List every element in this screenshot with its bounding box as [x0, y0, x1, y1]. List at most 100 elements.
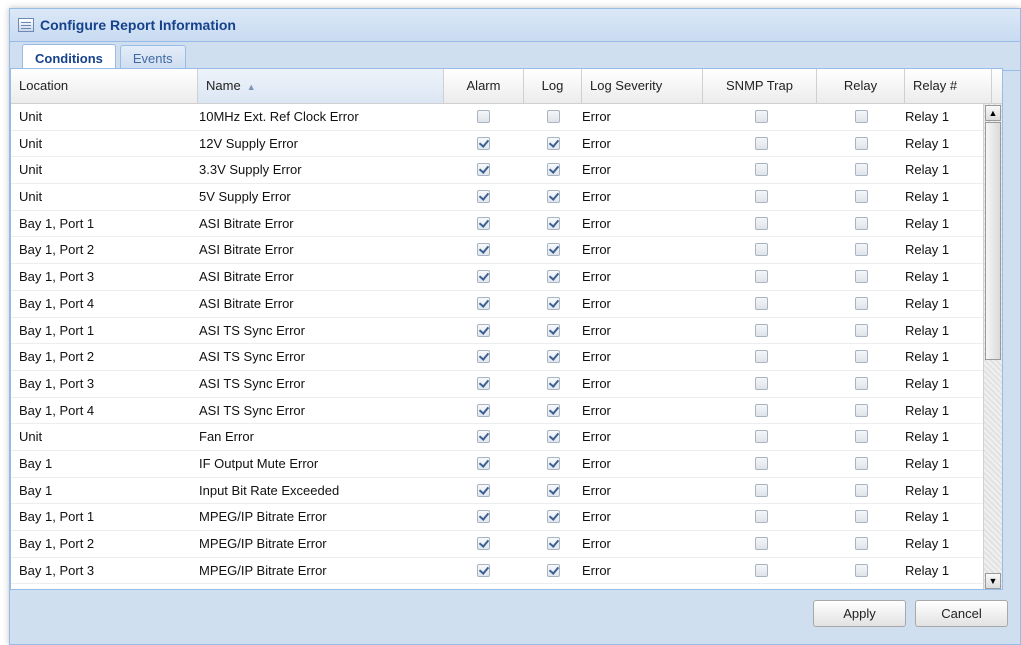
table-row[interactable]: Unit 3.3V Supply Error Error Relay 1 — [11, 157, 983, 185]
column-header-log[interactable]: Log — [524, 69, 582, 103]
log-checkbox[interactable] — [547, 403, 560, 417]
table-row[interactable]: Unit Fan Error Error Relay 1 — [11, 424, 983, 451]
table-row[interactable]: Bay 1, Port 4 ASI TS Sync Error Error Relay… — [11, 398, 983, 425]
column-header-name[interactable]: Name ▲ — [198, 69, 444, 103]
vertical-scrollbar[interactable]: ▲ ▼ — [983, 104, 1002, 589]
log-checkbox[interactable] — [547, 376, 560, 390]
table-row[interactable]: Bay 1, Port 1 MPEG/IP Bitrate Error Error R… — [11, 504, 983, 531]
log-checkbox[interactable] — [547, 216, 560, 230]
snmp-checkbox[interactable] — [755, 323, 768, 337]
log-checkbox[interactable] — [547, 243, 560, 257]
log-checkbox[interactable] — [547, 136, 560, 150]
log-checkbox[interactable] — [547, 163, 560, 177]
log-checkbox[interactable] — [547, 110, 560, 123]
table-row[interactable]: Bay 1, Port 1 ASI TS Sync Error Error Relay… — [11, 318, 983, 345]
alarm-checkbox[interactable] — [477, 243, 490, 257]
relay-checkbox[interactable] — [855, 323, 868, 337]
snmp-checkbox[interactable] — [755, 350, 768, 364]
relay-checkbox[interactable] — [855, 563, 868, 577]
alarm-checkbox[interactable] — [477, 270, 490, 284]
relay-checkbox[interactable] — [855, 163, 868, 177]
log-checkbox[interactable] — [547, 296, 560, 310]
relay-checkbox[interactable] — [855, 243, 868, 257]
log-checkbox[interactable] — [547, 190, 560, 204]
table-row[interactable]: Bay 1 Input Bit Rate Exceeded Error Relay 1 — [11, 478, 983, 505]
relay-checkbox[interactable] — [855, 350, 868, 364]
alarm-checkbox[interactable] — [477, 110, 490, 123]
log-checkbox[interactable] — [547, 563, 560, 577]
snmp-checkbox[interactable] — [755, 190, 768, 204]
relay-checkbox[interactable] — [855, 483, 868, 497]
alarm-checkbox[interactable] — [477, 510, 490, 524]
table-row[interactable]: Bay 1, Port 2 ASI Bitrate Error Error Relay… — [11, 237, 983, 265]
table-row[interactable]: Bay 1, Port 3 ASI Bitrate Error Error Relay… — [11, 264, 983, 291]
snmp-checkbox[interactable] — [755, 136, 768, 150]
alarm-checkbox[interactable] — [477, 403, 490, 417]
snmp-checkbox[interactable] — [755, 376, 768, 390]
alarm-checkbox[interactable] — [477, 456, 490, 470]
table-row[interactable]: Unit 5V Supply Error Error Relay 1 — [11, 184, 983, 211]
alarm-checkbox[interactable] — [477, 296, 490, 310]
log-checkbox[interactable] — [547, 350, 560, 364]
alarm-checkbox[interactable] — [477, 216, 490, 230]
log-checkbox[interactable] — [547, 510, 560, 524]
snmp-checkbox[interactable] — [755, 403, 768, 417]
relay-checkbox[interactable] — [855, 456, 868, 470]
alarm-checkbox[interactable] — [477, 136, 490, 150]
relay-checkbox[interactable] — [855, 110, 868, 123]
scroll-up-icon[interactable]: ▲ — [985, 105, 1001, 121]
relay-checkbox[interactable] — [855, 136, 868, 150]
scroll-down-icon[interactable]: ▼ — [985, 573, 1001, 589]
tab-events[interactable]: Events — [119, 45, 186, 70]
snmp-checkbox[interactable] — [755, 563, 768, 577]
log-checkbox[interactable] — [547, 456, 560, 470]
scrollbar-thumb[interactable] — [985, 122, 1001, 360]
column-header-log-severity[interactable]: Log Severity — [582, 69, 703, 103]
relay-checkbox[interactable] — [855, 216, 868, 230]
column-header-location[interactable]: Location — [11, 69, 198, 103]
table-row[interactable]: Bay 1, Port 2 MPEG/IP Bitrate Error Error R… — [11, 531, 983, 558]
alarm-checkbox[interactable] — [477, 376, 490, 390]
log-checkbox[interactable] — [547, 270, 560, 284]
snmp-checkbox[interactable] — [755, 430, 768, 444]
table-row[interactable]: Bay 1 IF Output Mute Error Error Relay 1 — [11, 451, 983, 478]
cancel-button[interactable]: Cancel — [915, 600, 1008, 627]
column-header-relay[interactable]: Relay — [817, 69, 905, 103]
table-row[interactable]: Unit 10MHz Ext. Ref Clock Error Error Relay… — [11, 104, 983, 131]
relay-checkbox[interactable] — [855, 270, 868, 284]
relay-checkbox[interactable] — [855, 296, 868, 310]
column-header-alarm[interactable]: Alarm — [444, 69, 524, 103]
alarm-checkbox[interactable] — [477, 190, 490, 204]
snmp-checkbox[interactable] — [755, 537, 768, 550]
alarm-checkbox[interactable] — [477, 163, 490, 177]
snmp-checkbox[interactable] — [755, 163, 768, 177]
snmp-checkbox[interactable] — [755, 243, 768, 257]
table-row[interactable]: Bay 1, Port 4 ASI Bitrate Error Error Relay… — [11, 291, 983, 318]
alarm-checkbox[interactable] — [477, 350, 490, 364]
tab-conditions[interactable]: Conditions — [22, 44, 116, 71]
snmp-checkbox[interactable] — [755, 296, 768, 310]
snmp-checkbox[interactable] — [755, 110, 768, 123]
snmp-checkbox[interactable] — [755, 216, 768, 230]
apply-button[interactable]: Apply — [813, 600, 906, 627]
table-row[interactable]: Bay 1, Port 3 ASI TS Sync Error Error Relay… — [11, 371, 983, 398]
alarm-checkbox[interactable] — [477, 537, 490, 550]
alarm-checkbox[interactable] — [477, 323, 490, 337]
relay-checkbox[interactable] — [855, 430, 868, 444]
column-header-relay-number[interactable]: Relay # — [905, 69, 992, 103]
log-checkbox[interactable] — [547, 323, 560, 337]
relay-checkbox[interactable] — [855, 403, 868, 417]
table-row[interactable]: Bay 1, Port 2 ASI TS Sync Error Error Relay… — [11, 344, 983, 371]
snmp-checkbox[interactable] — [755, 270, 768, 284]
relay-checkbox[interactable] — [855, 510, 868, 524]
log-checkbox[interactable] — [547, 537, 560, 550]
snmp-checkbox[interactable] — [755, 510, 768, 524]
alarm-checkbox[interactable] — [477, 563, 490, 577]
snmp-checkbox[interactable] — [755, 483, 768, 497]
relay-checkbox[interactable] — [855, 537, 868, 550]
alarm-checkbox[interactable] — [477, 430, 490, 444]
log-checkbox[interactable] — [547, 483, 560, 497]
log-checkbox[interactable] — [547, 430, 560, 444]
alarm-checkbox[interactable] — [477, 483, 490, 497]
column-header-snmp-trap[interactable]: SNMP Trap — [703, 69, 817, 103]
